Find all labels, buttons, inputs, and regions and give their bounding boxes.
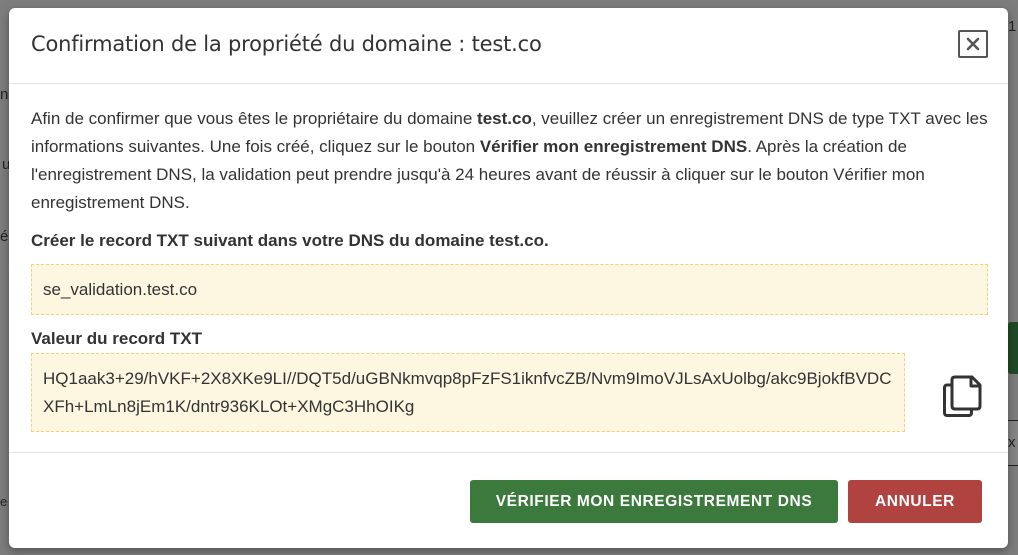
record-label: Créer le record TXT suivant dans votre D…: [31, 231, 549, 250]
modal-footer: VÉRIFIER MON ENREGISTREMENT DNS ANNULER: [9, 453, 1008, 547]
background-button: [1008, 322, 1018, 374]
modal-body: Afin de confirmer que vous êtes le propr…: [9, 84, 1008, 453]
record-name-field[interactable]: se_validation.test.co: [31, 264, 988, 315]
background-text-fragment: e: [0, 494, 8, 509]
background-text-fragment: x: [1008, 434, 1016, 451]
background-text-fragment: n: [0, 86, 9, 103]
modal-title: Confirmation de la propriété du domaine …: [31, 32, 542, 56]
background-text-fragment: é: [0, 228, 9, 245]
intro-text: Afin de confirmer que vous êtes le propr…: [31, 109, 988, 212]
close-icon: [966, 37, 980, 51]
copy-icon: [943, 375, 982, 417]
domain-name: test.co: [477, 109, 532, 128]
modal-header: Confirmation de la propriété du domaine …: [9, 8, 1008, 84]
copy-button[interactable]: [941, 373, 983, 419]
verify-dns-button[interactable]: VÉRIFIER MON ENREGISTREMENT DNS: [470, 480, 838, 523]
record-value-field[interactable]: HQ1aak3+29/hVKF+2X8XKe9LI//DQT5d/uGBNkmv…: [31, 353, 905, 432]
value-label: Valeur du record TXT: [31, 329, 202, 348]
close-button[interactable]: [958, 30, 988, 58]
button-reference: Vérifier mon enregistrement DNS: [479, 137, 748, 156]
cancel-button[interactable]: ANNULER: [848, 480, 982, 523]
background-text-fragment: 1: [1008, 18, 1017, 35]
domain-confirmation-modal: Confirmation de la propriété du domaine …: [9, 8, 1008, 548]
